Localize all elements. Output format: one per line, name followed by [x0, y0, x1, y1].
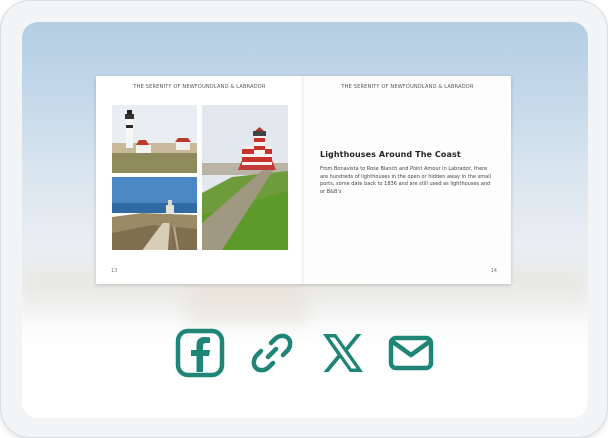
page-number-right: 14 [490, 268, 497, 274]
link-icon [251, 333, 293, 373]
page-number-left: 13 [111, 268, 118, 274]
left-page[interactable]: THE SERENITY OF NEWFOUNDLAND & LABRADOR [96, 76, 303, 284]
book-spread[interactable]: THE SERENITY OF NEWFOUNDLAND & LABRADOR [96, 76, 511, 284]
share-buttons [22, 328, 588, 378]
right-page[interactable]: THE SERENITY OF NEWFOUNDLAND & LABRADOR … [304, 76, 511, 284]
tablet-frame: THE SERENITY OF NEWFOUNDLAND & LABRADOR [0, 0, 608, 438]
share-x-button[interactable] [318, 328, 368, 378]
photo-lighthouse-hill [202, 105, 288, 250]
photo-lighthouse-meadow [112, 105, 197, 173]
share-facebook-button[interactable] [175, 328, 225, 378]
copy-link-button[interactable] [247, 328, 297, 378]
running-head-right: THE SERENITY OF NEWFOUNDLAND & LABRADOR [341, 84, 474, 90]
running-head-left: THE SERENITY OF NEWFOUNDLAND & LABRADOR [133, 84, 266, 90]
tablet-screen: THE SERENITY OF NEWFOUNDLAND & LABRADOR [22, 22, 588, 418]
facebook-icon [175, 328, 225, 378]
article-body: From Bonavista to Rose Blanch and Point … [320, 166, 491, 195]
article-title: Lighthouses Around The Coast [320, 150, 461, 159]
x-icon [323, 334, 363, 372]
mail-icon [388, 335, 434, 371]
photo-coastal-boardwalk [112, 177, 197, 250]
share-email-button[interactable] [386, 328, 436, 378]
